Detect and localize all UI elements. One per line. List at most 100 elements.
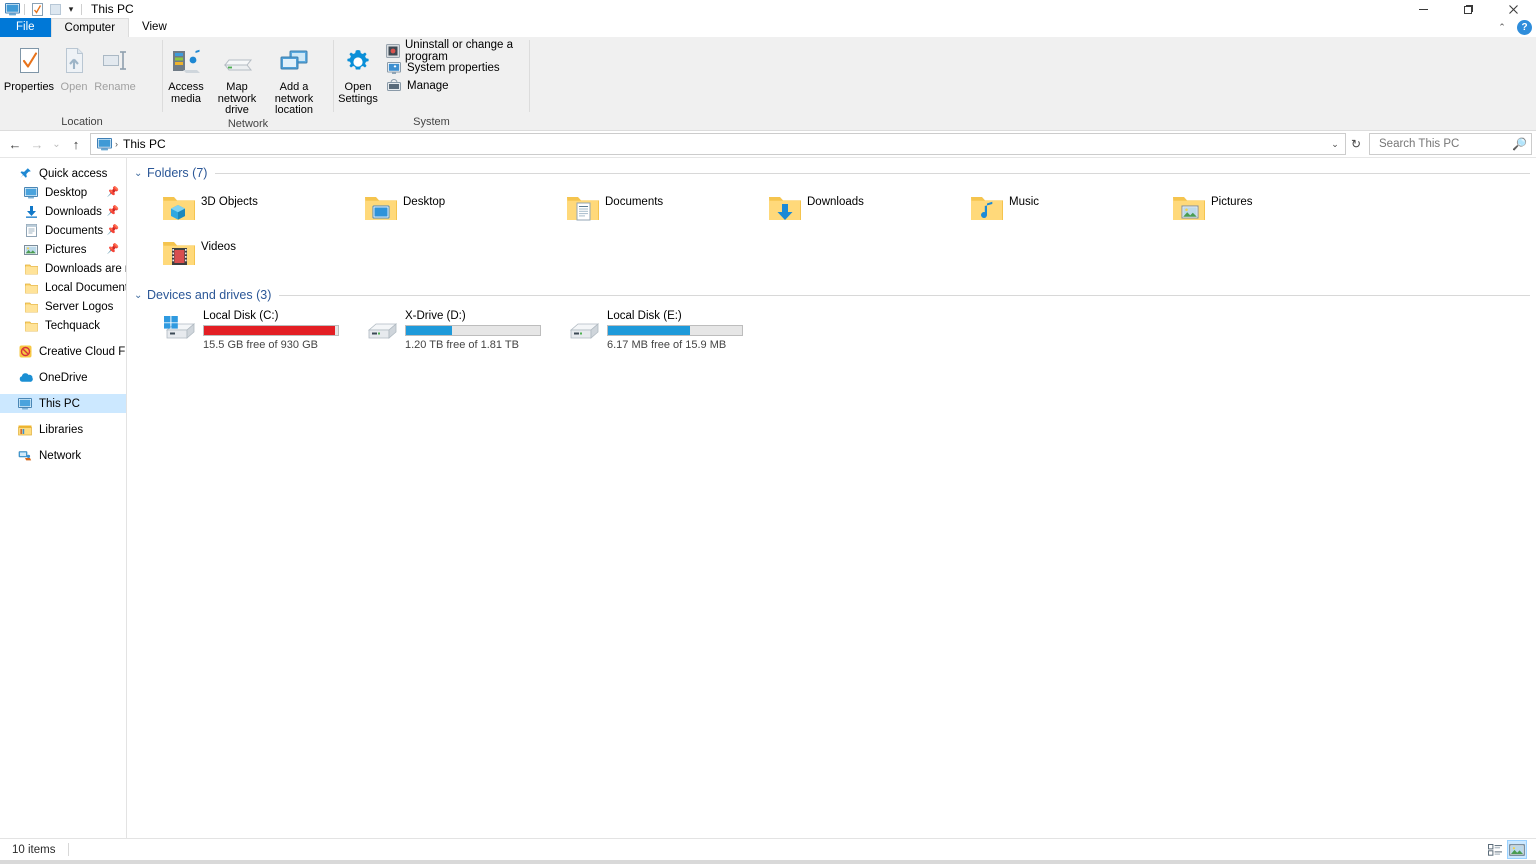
back-button[interactable]: ← [4, 133, 26, 155]
sidebar-item-techquack[interactable]: Techquack [0, 316, 126, 335]
details-view-button[interactable] [1486, 841, 1504, 858]
sidebar-item-local-documents[interactable]: Local Documents [0, 278, 126, 297]
recent-locations-button[interactable]: ⌄ [48, 133, 65, 155]
folder-item-3d-objects[interactable]: 3D Objects [157, 184, 359, 229]
breadcrumb-path[interactable]: This PC [123, 137, 166, 151]
pin-icon[interactable]: 📌 [107, 225, 119, 236]
drive-usage-fill [608, 326, 690, 335]
rename-button[interactable]: Rename [92, 40, 138, 94]
refresh-icon[interactable]: ↻ [1346, 137, 1366, 151]
sidebar-item-label: Quick access [39, 167, 108, 180]
section-header-folders[interactable]: ⌄ Folders (7) [127, 164, 1536, 182]
system-properties-label: System properties [407, 62, 500, 75]
manage-command[interactable]: Manage [382, 77, 529, 95]
ribbon-group-system: Open Settings Uninstall or change a prog… [334, 37, 529, 130]
folder-item-documents[interactable]: Documents [561, 184, 763, 229]
view-buttons [1486, 840, 1527, 859]
sidebar-item-downloads[interactable]: Downloads 📌 [0, 202, 126, 221]
open-settings-button[interactable]: Open Settings [334, 40, 382, 105]
help-icon[interactable]: ? [1517, 20, 1532, 35]
maximize-button[interactable] [1446, 0, 1491, 18]
folder-item-downloads[interactable]: Downloads [763, 184, 965, 229]
tab-file[interactable]: File [0, 18, 51, 37]
folder-3d-objects-icon [157, 188, 201, 228]
pin-icon[interactable]: 📌 [107, 187, 119, 198]
window-controls [1401, 0, 1536, 18]
search-box[interactable]: 🔍 [1369, 133, 1532, 155]
sidebar-item-quick-access[interactable]: Quick access [0, 164, 126, 183]
add-network-location-button[interactable]: Add a network location [265, 40, 323, 117]
breadcrumb-separator: › [115, 139, 118, 149]
sidebar-item-desktop[interactable]: Desktop 📌 [0, 183, 126, 202]
uninstall-program-label: Uninstall or change a program [405, 38, 514, 63]
search-icon[interactable]: 🔍 [1512, 137, 1527, 151]
sidebar-item-label: This PC [39, 397, 80, 410]
drive-info: X-Drive (D:) 1.20 TB free of 1.81 TB [405, 308, 541, 351]
tab-computer[interactable]: Computer [50, 18, 130, 37]
customize-chevron-icon[interactable]: ▾ [64, 1, 78, 17]
close-button[interactable] [1491, 0, 1536, 18]
sidebar-item-creative-cloud-files[interactable]: Creative Cloud Files [0, 342, 126, 361]
chevron-down-icon[interactable]: ⌄ [134, 168, 147, 179]
minimize-button[interactable] [1401, 0, 1446, 18]
section-rule [215, 172, 1530, 174]
folder-icon [22, 282, 40, 294]
ribbon-group-network-label: Network [227, 117, 269, 130]
sidebar-item-network[interactable]: Network [0, 446, 126, 465]
folder-item-label: Desktop [403, 196, 446, 208]
properties-icon[interactable] [28, 1, 46, 17]
uninstall-program-command[interactable]: Uninstall or change a program [382, 38, 529, 63]
pin-star-icon [16, 167, 34, 180]
sidebar-item-pictures[interactable]: Pictures 📌 [0, 240, 126, 259]
chevron-down-icon[interactable]: ⌄ [134, 290, 147, 301]
pin-icon[interactable]: 📌 [107, 244, 119, 255]
sidebar-item-this-pc[interactable]: This PC [0, 394, 126, 413]
new-folder-icon[interactable] [46, 1, 64, 17]
drive-item-local-disk-c[interactable]: Local Disk (C:) 15.5 GB free of 930 GB [157, 306, 359, 352]
drive-item-x-drive-d[interactable]: X-Drive (D:) 1.20 TB free of 1.81 TB [359, 306, 561, 352]
sidebar-item-libraries[interactable]: Libraries [0, 420, 126, 439]
search-input[interactable] [1377, 137, 1513, 151]
tab-view[interactable]: View [129, 18, 180, 37]
properties-button[interactable]: Properties [2, 40, 56, 94]
folder-item-music[interactable]: Music [965, 184, 1167, 229]
this-pc-icon[interactable] [3, 1, 21, 17]
status-divider [68, 843, 70, 856]
rename-icon [101, 44, 129, 80]
rename-button-label: Rename [94, 81, 136, 93]
forward-button[interactable]: → [26, 133, 48, 155]
status-item-count: 10 items [12, 843, 56, 856]
folder-downloads-icon [763, 188, 807, 228]
large-icons-view-button[interactable] [1507, 840, 1527, 859]
folder-item-videos[interactable]: Videos [157, 229, 359, 274]
folder-item-label: Music [1009, 196, 1040, 208]
open-button[interactable]: Open [56, 40, 92, 94]
this-pc-icon [16, 397, 34, 410]
access-media-button[interactable]: Access media [163, 40, 209, 105]
folder-item-pictures[interactable]: Pictures [1167, 184, 1369, 229]
breadcrumb[interactable]: › This PC ⌄ [90, 133, 1346, 155]
properties-icon [16, 44, 43, 80]
drive-item-local-disk-e[interactable]: Local Disk (E:) 6.17 MB free of 15.9 MB [561, 306, 763, 352]
properties-button-label: Properties [3, 81, 55, 93]
folder-music-icon [965, 188, 1009, 228]
pin-icon[interactable]: 📌 [107, 206, 119, 217]
downloads-icon [22, 205, 40, 218]
folder-desktop-icon [359, 188, 403, 228]
chevron-up-icon[interactable]: ⌃ [1495, 22, 1509, 33]
sidebar-item-downloads-are-now[interactable]: Downloads are now [0, 259, 126, 278]
drive-usage-bar [607, 325, 743, 336]
sidebar-item-server-logos[interactable]: Server Logos [0, 297, 126, 316]
chevron-down-icon[interactable]: ⌄ [1327, 139, 1343, 150]
folder-item-desktop[interactable]: Desktop [359, 184, 561, 229]
sidebar-item-label: Libraries [39, 423, 84, 436]
sidebar-item-onedrive[interactable]: OneDrive [0, 368, 126, 387]
up-button[interactable]: ↑ [65, 133, 87, 155]
title-bar: ▾ This PC [0, 0, 1536, 18]
section-header-devices-and-drives[interactable]: ⌄ Devices and drives (3) [127, 286, 1536, 304]
sidebar-item-documents[interactable]: Documents 📌 [0, 221, 126, 240]
map-network-drive-button[interactable]: Map network drive [209, 40, 265, 117]
sidebar-item-label: Pictures [45, 243, 87, 256]
